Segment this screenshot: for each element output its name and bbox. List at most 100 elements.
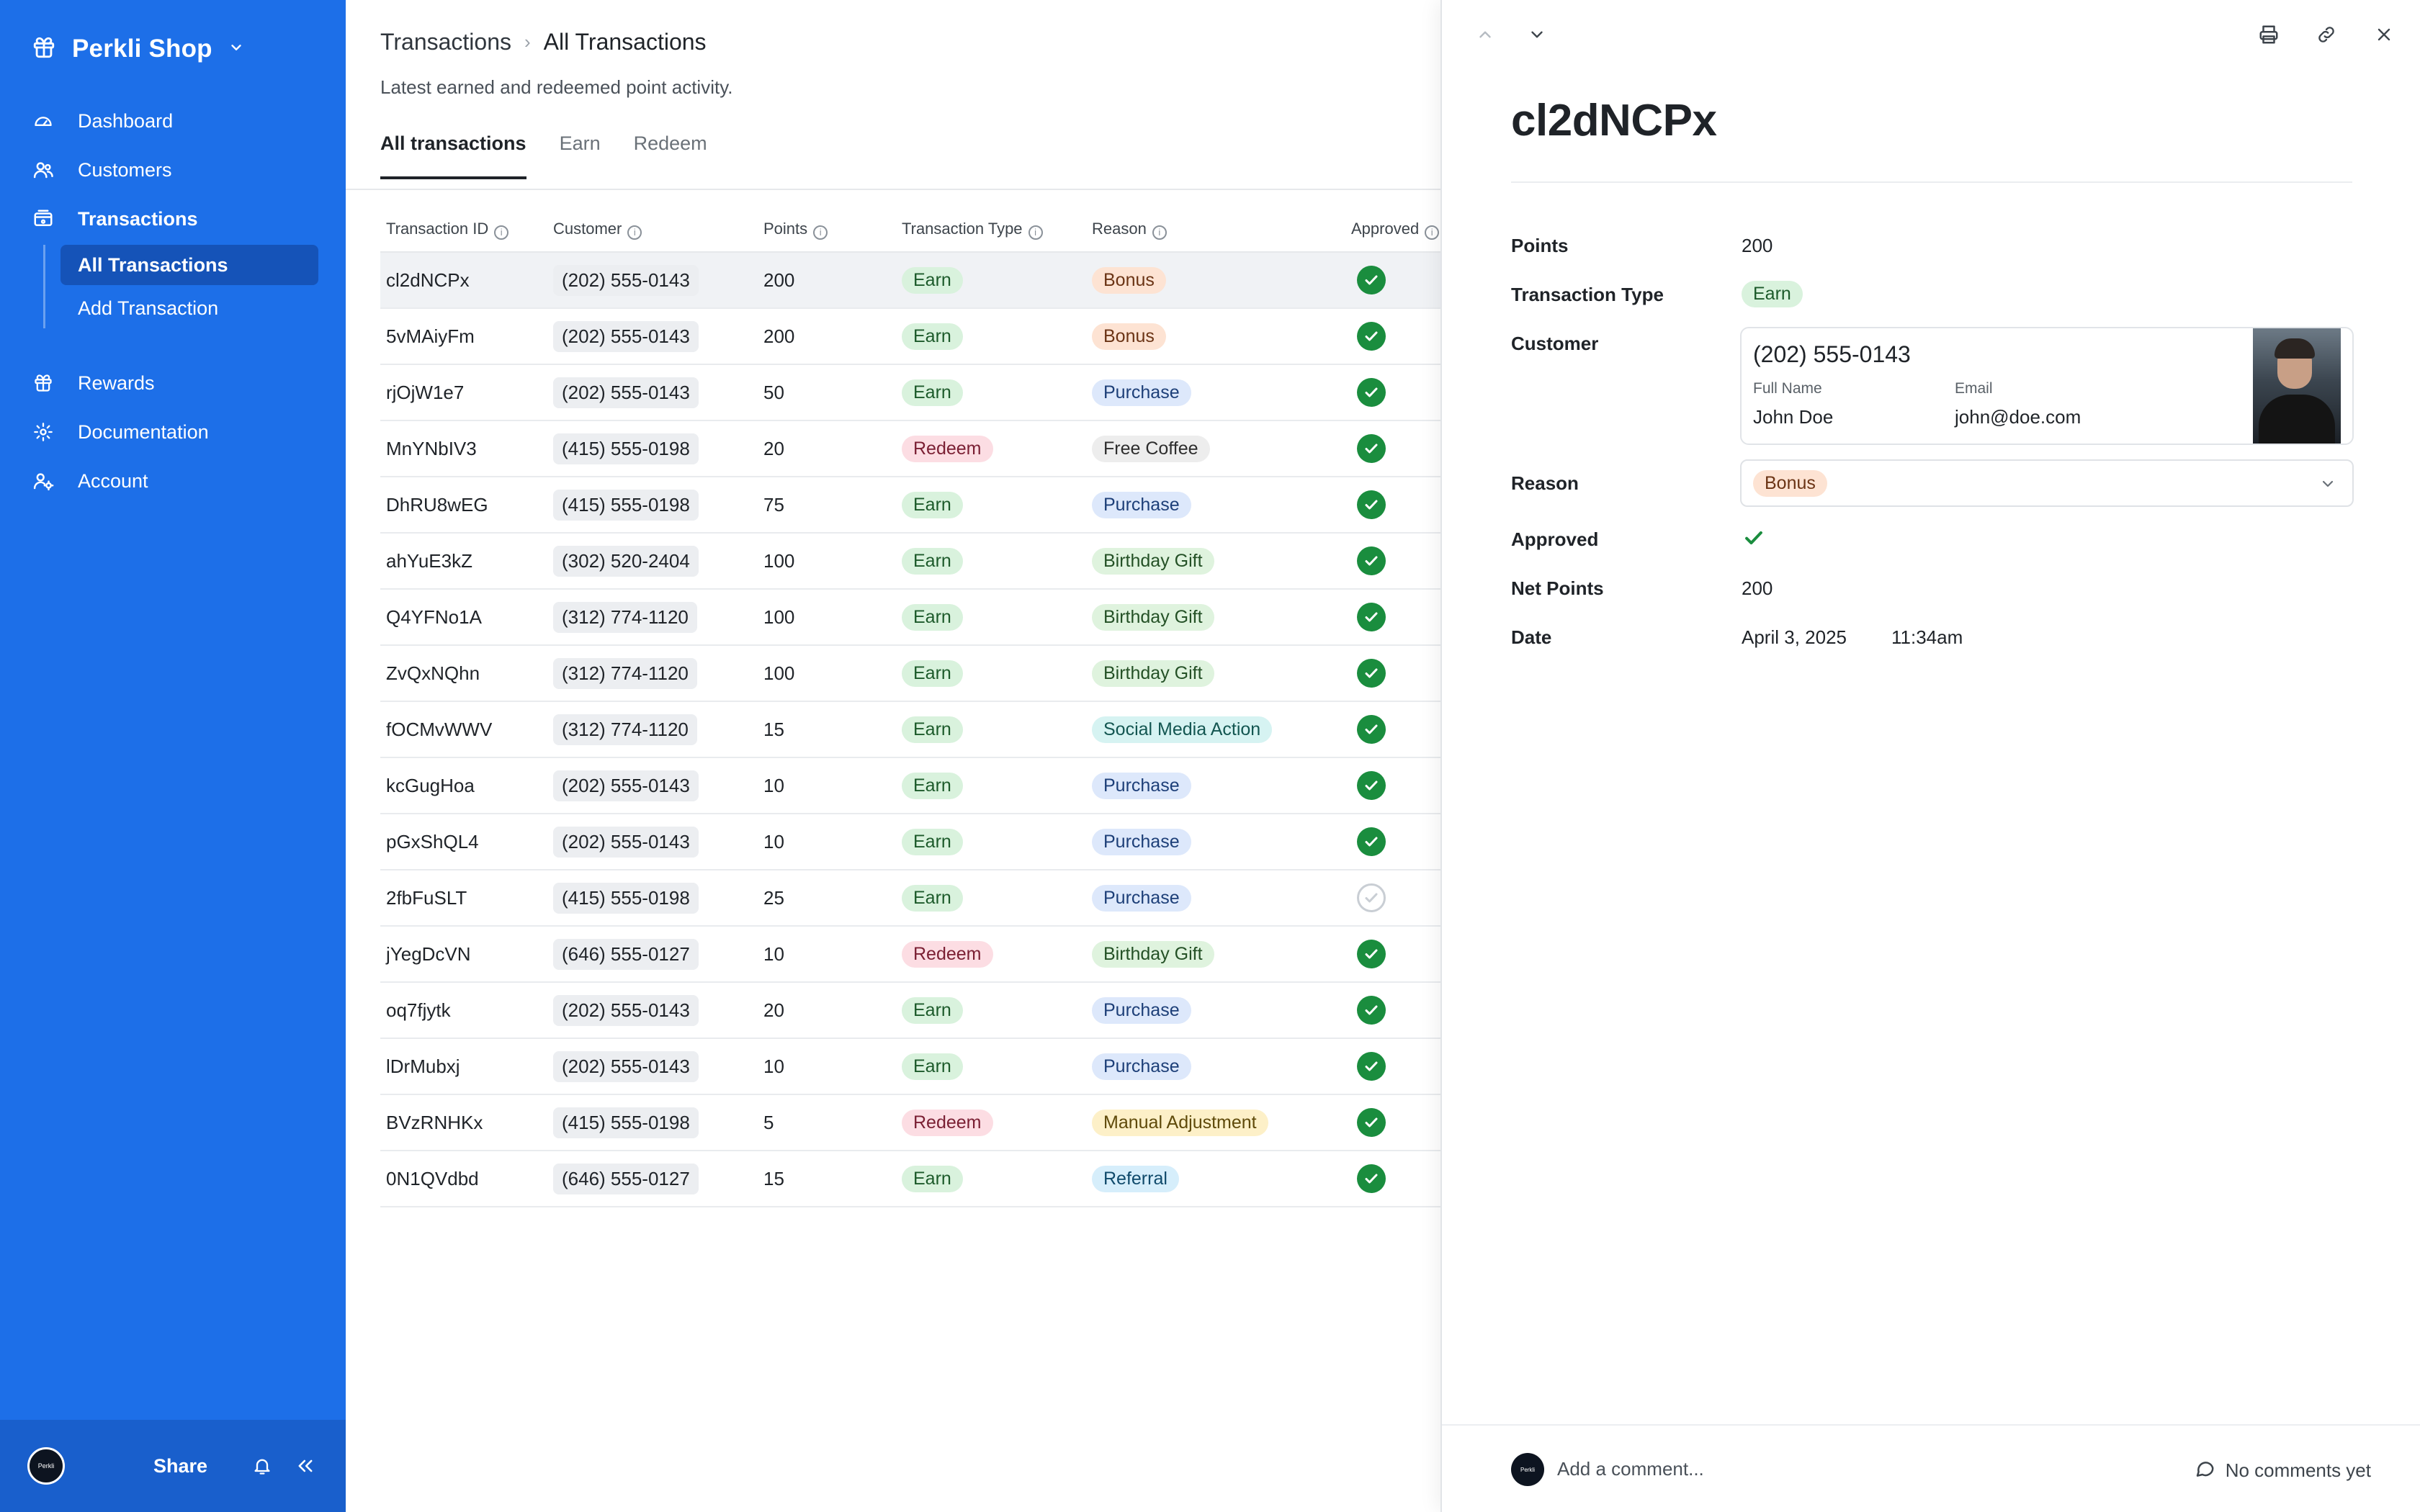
cell-transaction-type: Earn <box>896 1151 1086 1207</box>
column-header-approved[interactable]: Approved i <box>1345 207 1446 253</box>
table-row[interactable]: DhRU8wEG (415) 555-0198 75 Earn Purchase <box>380 477 1446 534</box>
collapse-sidebar-icon[interactable] <box>292 1453 318 1479</box>
column-header-transaction-id[interactable]: Transaction ID i <box>380 207 547 253</box>
column-header-points[interactable]: Points i <box>758 207 896 253</box>
cell-transaction-id: fOCMvWWV <box>380 701 547 758</box>
reason-badge: Bonus <box>1092 323 1166 350</box>
page-subtitle: Latest earned and redeemed point activit… <box>380 76 733 98</box>
table-row[interactable]: cl2dNCPx (202) 555-0143 200 Earn Bonus <box>380 252 1446 309</box>
table-row[interactable]: fOCMvWWV (312) 774-1120 15 Earn Social Media… <box>380 701 1446 758</box>
table-row[interactable]: ahYuE3kZ (302) 520-2404 100 Earn Birthday Gi… <box>380 533 1446 590</box>
bell-icon[interactable] <box>249 1453 275 1479</box>
approved-check-icon <box>1357 546 1386 575</box>
table-row[interactable]: lDrMubxj (202) 555-0143 10 Earn Purchase <box>380 1038 1446 1095</box>
cell-customer: (415) 555-0198 <box>547 870 758 927</box>
reason-badge: Purchase <box>1092 828 1191 855</box>
sidebar-subitem-add-transaction[interactable]: Add Transaction <box>60 288 318 328</box>
comments-bar: Perkli No comments yet <box>1442 1424 2420 1512</box>
cell-customer: (312) 774-1120 <box>547 701 758 758</box>
cell-transaction-id: jYegDcVN <box>380 926 547 983</box>
customer-chip[interactable]: (202) 555-0143 <box>553 826 699 858</box>
workspace-name: Perkli Shop <box>72 35 212 63</box>
sidebar-item-documentation[interactable]: Documentation <box>0 412 346 452</box>
type-badge: Earn <box>902 491 963 518</box>
comment-bubble-icon <box>2194 1457 2215 1484</box>
table-row[interactable]: rjOjW1e7 (202) 555-0143 50 Earn Purchase <box>380 364 1446 421</box>
customer-chip[interactable]: (302) 520-2404 <box>553 545 699 577</box>
reason-select[interactable]: Bonus <box>1740 459 2354 507</box>
type-badge: Earn <box>902 828 963 855</box>
type-badge: Earn <box>902 547 963 575</box>
customer-chip[interactable]: (415) 555-0198 <box>553 1107 699 1138</box>
cell-transaction-type: Earn <box>896 814 1086 870</box>
customer-chip[interactable]: (202) 555-0143 <box>553 264 699 296</box>
cell-customer: (202) 555-0143 <box>547 308 758 365</box>
next-record-icon[interactable] <box>1520 17 1554 52</box>
table-row[interactable]: pGxShQL4 (202) 555-0143 10 Earn Purchase <box>380 814 1446 870</box>
sidebar-item-label: Account <box>78 469 148 492</box>
customer-chip[interactable]: (312) 774-1120 <box>553 601 697 633</box>
table-row[interactable]: jYegDcVN (646) 555-0127 10 Redeem Birthday G… <box>380 926 1446 983</box>
cell-points: 20 <box>758 982 896 1039</box>
table-row[interactable]: 0N1QVdbd (646) 555-0127 15 Earn Referral <box>380 1151 1446 1207</box>
info-icon: i <box>1152 225 1167 240</box>
cell-transaction-type: Redeem <box>896 420 1086 477</box>
cell-approved <box>1345 1094 1446 1151</box>
type-badge: Earn <box>902 379 963 406</box>
table-row[interactable]: BVzRNHKx (415) 555-0198 5 Redeem Manual Adju… <box>380 1094 1446 1151</box>
commenter-avatar: Perkli <box>1511 1453 1544 1486</box>
customer-chip[interactable]: (202) 555-0143 <box>553 994 699 1026</box>
sidebar-item-dashboard[interactable]: Dashboard <box>0 101 346 141</box>
cell-approved <box>1345 420 1446 477</box>
customer-chip[interactable]: (415) 555-0198 <box>553 433 699 464</box>
tab-earn[interactable]: Earn <box>560 132 601 179</box>
print-icon[interactable] <box>2251 17 2286 52</box>
customer-chip[interactable]: (312) 774-1120 <box>553 657 697 689</box>
table-row[interactable]: ZvQxNQhn (312) 774-1120 100 Earn Birthday Gi… <box>380 645 1446 702</box>
cell-points: 50 <box>758 364 896 421</box>
workspace-switcher[interactable]: Perkli Shop <box>32 32 244 66</box>
tab-redeem[interactable]: Redeem <box>634 132 707 179</box>
sidebar-subitem-all-transactions[interactable]: All Transactions <box>60 245 318 285</box>
customer-chip[interactable]: (415) 555-0198 <box>553 489 699 521</box>
user-avatar[interactable]: Perkli <box>27 1447 65 1485</box>
column-header-customer[interactable]: Customer i <box>547 207 758 253</box>
share-button[interactable]: Share <box>153 1455 207 1477</box>
chevron-down-icon <box>2319 475 2336 496</box>
customer-chip[interactable]: (202) 555-0143 <box>553 320 699 352</box>
previous-record-icon[interactable] <box>1468 17 1502 52</box>
sidebar-item-rewards[interactable]: Rewards <box>0 363 346 403</box>
column-header-transaction-type[interactable]: Transaction Type i <box>896 207 1086 253</box>
table-row[interactable]: Q4YFNo1A (312) 774-1120 100 Earn Birthday Gi… <box>380 589 1446 646</box>
customer-chip[interactable]: (202) 555-0143 <box>553 377 699 408</box>
sidebar-item-customers[interactable]: Customers <box>0 150 346 190</box>
table-row[interactable]: oq7fjytk (202) 555-0143 20 Earn Purchase <box>380 982 1446 1039</box>
cell-approved <box>1345 926 1446 983</box>
cell-points: 15 <box>758 701 896 758</box>
breadcrumb-transactions[interactable]: Transactions <box>380 29 511 55</box>
table-row[interactable]: 2fbFuSLT (415) 555-0198 25 Earn Purchase <box>380 870 1446 927</box>
table-row[interactable]: 5vMAiyFm (202) 555-0143 200 Earn Bonus <box>380 308 1446 365</box>
customer-chip[interactable]: (202) 555-0143 <box>553 1050 699 1082</box>
type-badge: Earn <box>902 996 963 1024</box>
customer-chip[interactable]: (202) 555-0143 <box>553 770 699 801</box>
sidebar-item-transactions[interactable]: Transactions <box>0 199 346 239</box>
link-icon[interactable] <box>2309 17 2344 52</box>
table-row[interactable]: kcGugHoa (202) 555-0143 10 Earn Purchase <box>380 757 1446 814</box>
sidebar-item-account[interactable]: Account <box>0 461 346 501</box>
reason-badge: Manual Adjustment <box>1092 1109 1268 1136</box>
customer-chip[interactable]: (646) 555-0127 <box>553 1163 699 1194</box>
comment-input[interactable] <box>1557 1450 2018 1488</box>
customer-chip[interactable]: (646) 555-0127 <box>553 938 699 970</box>
column-header-reason[interactable]: Reason i <box>1086 207 1345 253</box>
tab-all-transactions[interactable]: All transactions <box>380 132 526 179</box>
cell-transaction-id: kcGugHoa <box>380 757 547 814</box>
linked-customer-card[interactable]: (202) 555-0143 Full Name John Doe Email … <box>1740 327 2354 445</box>
cell-transaction-id: oq7fjytk <box>380 982 547 1039</box>
customer-chip[interactable]: (415) 555-0198 <box>553 882 699 914</box>
table-row[interactable]: MnYNbIV3 (415) 555-0198 20 Redeem Free Coffe… <box>380 420 1446 477</box>
approved-check-icon <box>1357 827 1386 856</box>
close-icon[interactable] <box>2367 17 2401 52</box>
cell-approved <box>1345 589 1446 646</box>
customer-chip[interactable]: (312) 774-1120 <box>553 714 697 745</box>
